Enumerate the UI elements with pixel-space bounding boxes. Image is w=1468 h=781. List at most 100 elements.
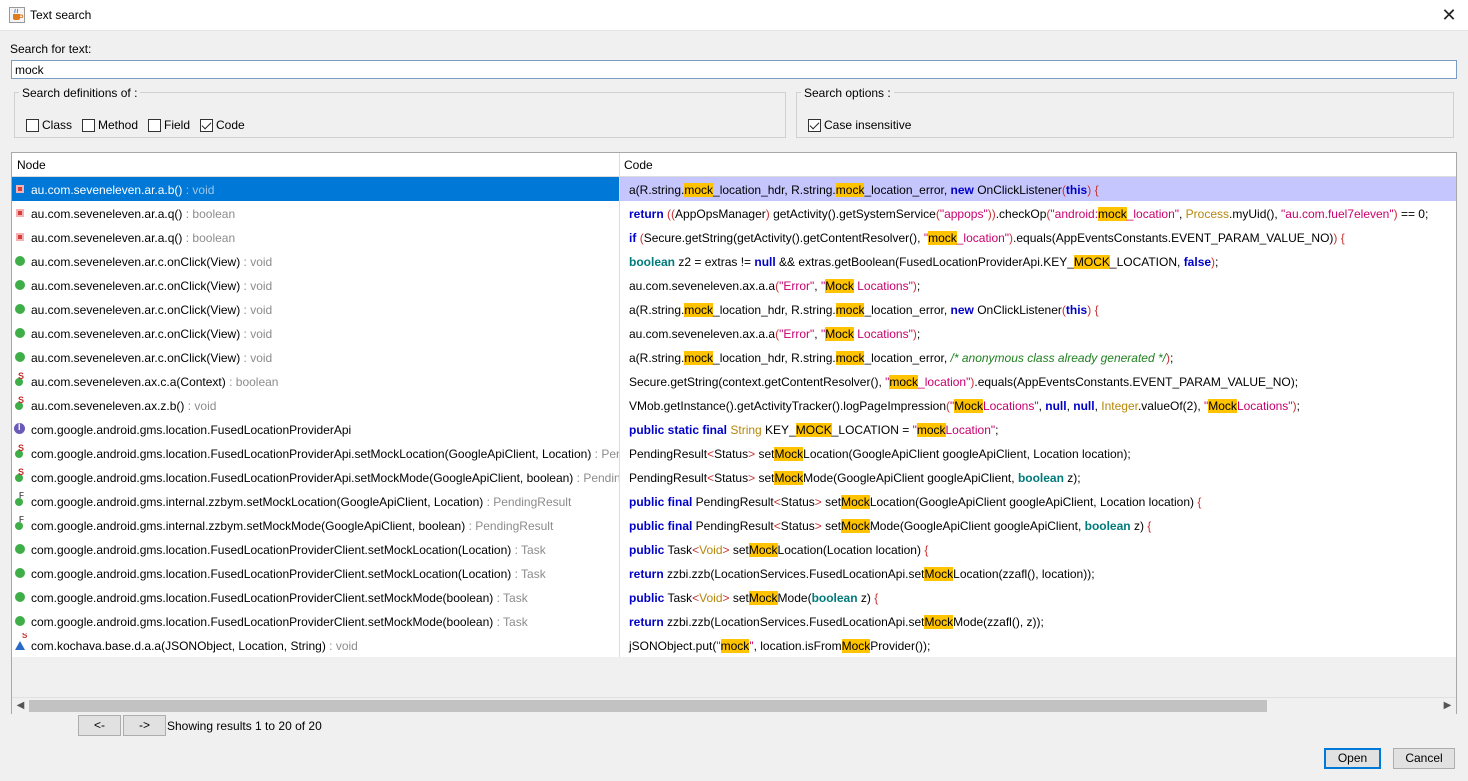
- search-input[interactable]: [11, 60, 1457, 79]
- close-icon[interactable]: ✕: [1438, 3, 1460, 27]
- table-row[interactable]: com.google.android.gms.internal.zzbym.se…: [12, 513, 1456, 537]
- code-token: _location": [956, 231, 1010, 245]
- node-cell[interactable]: com.google.android.gms.internal.zzbym.se…: [12, 489, 619, 513]
- table-row[interactable]: au.com.seveneleven.ax.c.a(Context) : boo…: [12, 369, 1456, 393]
- node-cell[interactable]: com.google.android.gms.internal.zzbym.se…: [12, 513, 619, 537]
- checkbox-case-insensitive-box[interactable]: [808, 118, 821, 132]
- code-cell[interactable]: boolean z2 = extras != null && extras.ge…: [619, 249, 1456, 273]
- checkbox-field[interactable]: Field: [148, 118, 190, 132]
- code-cell[interactable]: if (Secure.getString(getActivity().getCo…: [619, 225, 1456, 249]
- node-cell[interactable]: au.com.seveneleven.ar.a.q() : boolean: [12, 225, 619, 249]
- code-cell[interactable]: a(R.string.mock_location_hdr, R.string.m…: [619, 177, 1456, 201]
- checkbox-code[interactable]: Code: [200, 118, 245, 132]
- table-row[interactable]: com.google.android.gms.location.FusedLoc…: [12, 441, 1456, 465]
- node-cell[interactable]: com.google.android.gms.location.FusedLoc…: [12, 585, 619, 609]
- code-cell[interactable]: public Task<Void> setMockMode(boolean z)…: [619, 585, 1456, 609]
- code-token: Location(Location location): [777, 543, 925, 557]
- table-row[interactable]: au.com.seveneleven.ar.c.onClick(View) : …: [12, 321, 1456, 345]
- code-cell[interactable]: au.com.seveneleven.ax.a.a("Error", "Mock…: [619, 321, 1456, 345]
- code-cell[interactable]: VMob.getInstance().getActivityTracker().…: [619, 393, 1456, 417]
- table-row[interactable]: com.google.android.gms.internal.zzbym.se…: [12, 489, 1456, 513]
- code-token: a(R.string.: [629, 303, 685, 317]
- code-cell[interactable]: jSONObject.put("mock", location.isFromMo…: [619, 633, 1456, 657]
- match-highlight: mock: [835, 183, 865, 197]
- checkbox-field-box[interactable]: [148, 118, 161, 132]
- table-row[interactable]: au.com.seveneleven.ar.c.onClick(View) : …: [12, 297, 1456, 321]
- node-cell[interactable]: com.google.android.gms.location.FusedLoc…: [12, 417, 619, 441]
- node-cell[interactable]: au.com.seveneleven.ar.a.q() : boolean: [12, 201, 619, 225]
- node-cell[interactable]: au.com.seveneleven.ar.a.b() : void: [12, 177, 619, 201]
- code-cell[interactable]: return zzbi.zzb(LocationServices.FusedLo…: [619, 561, 1456, 585]
- header-code[interactable]: Code: [624, 158, 653, 172]
- scroll-left-icon[interactable]: ◀: [12, 698, 29, 714]
- code-cell[interactable]: au.com.seveneleven.ax.a.a("Error", "Mock…: [619, 273, 1456, 297]
- code-cell[interactable]: Secure.getString(context.getContentResol…: [619, 369, 1456, 393]
- code-cell[interactable]: PendingResult<Status> setMockLocation(Go…: [619, 441, 1456, 465]
- checkbox-code-box[interactable]: [200, 118, 213, 132]
- node-cell[interactable]: au.com.seveneleven.ax.z.b() : void: [12, 393, 619, 417]
- checkbox-method[interactable]: Method: [82, 118, 138, 132]
- code-cell[interactable]: a(R.string.mock_location_hdr, R.string.m…: [619, 345, 1456, 369]
- table-row[interactable]: au.com.seveneleven.ar.a.b() : void a(R.st…: [12, 177, 1456, 201]
- code-token: null: [1045, 399, 1067, 413]
- public-method-icon: [15, 304, 25, 314]
- header-divider[interactable]: [619, 153, 620, 177]
- node-cell[interactable]: au.com.seveneleven.ar.c.onClick(View) : …: [12, 273, 619, 297]
- prev-page-button[interactable]: <-: [78, 715, 121, 736]
- table-row[interactable]: au.com.seveneleven.ar.c.onClick(View) : …: [12, 273, 1456, 297]
- node-cell[interactable]: com.kochava.base.d.a.a(JSONObject, Locat…: [12, 633, 619, 657]
- cancel-button[interactable]: Cancel: [1393, 748, 1455, 769]
- table-row[interactable]: au.com.seveneleven.ar.c.onClick(View) : …: [12, 249, 1456, 273]
- table-row[interactable]: au.com.seveneleven.ar.a.q() : boolean ret…: [12, 201, 1456, 225]
- table-row[interactable]: com.google.android.gms.location.FusedLoc…: [12, 609, 1456, 633]
- checkbox-class-box[interactable]: [26, 118, 39, 132]
- code-token: return: [629, 207, 664, 221]
- code-token: ;: [916, 279, 921, 293]
- code-token: "android:: [1050, 207, 1099, 221]
- table-row[interactable]: com.kochava.base.d.a.a(JSONObject, Locat…: [12, 633, 1456, 657]
- scrollbar-thumb[interactable]: [29, 700, 1267, 712]
- node-cell[interactable]: com.google.android.gms.location.FusedLoc…: [12, 441, 619, 465]
- next-page-button[interactable]: ->: [123, 715, 166, 736]
- checkbox-case-insensitive[interactable]: Case insensitive: [808, 118, 911, 132]
- code-token: public final: [629, 495, 693, 509]
- node-cell[interactable]: au.com.seveneleven.ar.c.onClick(View) : …: [12, 321, 619, 345]
- checkbox-class[interactable]: Class: [26, 118, 72, 132]
- node-cell[interactable]: com.google.android.gms.location.FusedLoc…: [12, 465, 619, 489]
- checkbox-method-box[interactable]: [82, 118, 95, 132]
- window-title: Text search: [30, 8, 92, 22]
- code-token: false: [1183, 255, 1212, 269]
- code-token: ,: [814, 279, 821, 293]
- node-cell[interactable]: au.com.seveneleven.ar.c.onClick(View) : …: [12, 345, 619, 369]
- horizontal-scrollbar[interactable]: ◀ ▶: [12, 697, 1456, 714]
- open-button[interactable]: Open: [1324, 748, 1381, 769]
- code-cell[interactable]: PendingResult<Status> setMockMode(Google…: [619, 465, 1456, 489]
- node-cell[interactable]: com.google.android.gms.location.FusedLoc…: [12, 537, 619, 561]
- header-node[interactable]: Node: [17, 158, 46, 172]
- table-row[interactable]: au.com.seveneleven.ar.c.onClick(View) : …: [12, 345, 1456, 369]
- node-name: au.com.seveneleven.ar.c.onClick(View): [31, 327, 241, 341]
- node-cell[interactable]: au.com.seveneleven.ar.c.onClick(View) : …: [12, 249, 619, 273]
- node-cell[interactable]: au.com.seveneleven.ar.c.onClick(View) : …: [12, 297, 619, 321]
- results-status: Showing results 1 to 20 of 20: [167, 719, 322, 733]
- public-method-icon: [15, 616, 25, 626]
- table-row[interactable]: au.com.seveneleven.ar.a.q() : boolean if …: [12, 225, 1456, 249]
- node-name: com.google.android.gms.location.FusedLoc…: [31, 615, 494, 629]
- node-cell[interactable]: com.google.android.gms.location.FusedLoc…: [12, 609, 619, 633]
- code-cell[interactable]: public final PendingResult<Status> setMo…: [619, 513, 1456, 537]
- code-cell[interactable]: public static final String KEY_MOCK_LOCA…: [619, 417, 1456, 441]
- table-row[interactable]: com.google.android.gms.location.FusedLoc…: [12, 417, 1456, 441]
- code-cell[interactable]: return ((AppOpsManager) getActivity().ge…: [619, 201, 1456, 225]
- code-cell[interactable]: a(R.string.mock_location_hdr, R.string.m…: [619, 297, 1456, 321]
- table-row[interactable]: com.google.android.gms.location.FusedLoc…: [12, 561, 1456, 585]
- table-row[interactable]: au.com.seveneleven.ax.z.b() : void VMob.g…: [12, 393, 1456, 417]
- scroll-right-icon[interactable]: ▶: [1439, 698, 1456, 714]
- table-row[interactable]: com.google.android.gms.location.FusedLoc…: [12, 537, 1456, 561]
- node-cell[interactable]: com.google.android.gms.location.FusedLoc…: [12, 561, 619, 585]
- table-row[interactable]: com.google.android.gms.location.FusedLoc…: [12, 585, 1456, 609]
- table-row[interactable]: com.google.android.gms.location.FusedLoc…: [12, 465, 1456, 489]
- code-cell[interactable]: return zzbi.zzb(LocationServices.FusedLo…: [619, 609, 1456, 633]
- code-cell[interactable]: public Task<Void> setMockLocation(Locati…: [619, 537, 1456, 561]
- code-cell[interactable]: public final PendingResult<Status> setMo…: [619, 489, 1456, 513]
- node-cell[interactable]: au.com.seveneleven.ax.c.a(Context) : boo…: [12, 369, 619, 393]
